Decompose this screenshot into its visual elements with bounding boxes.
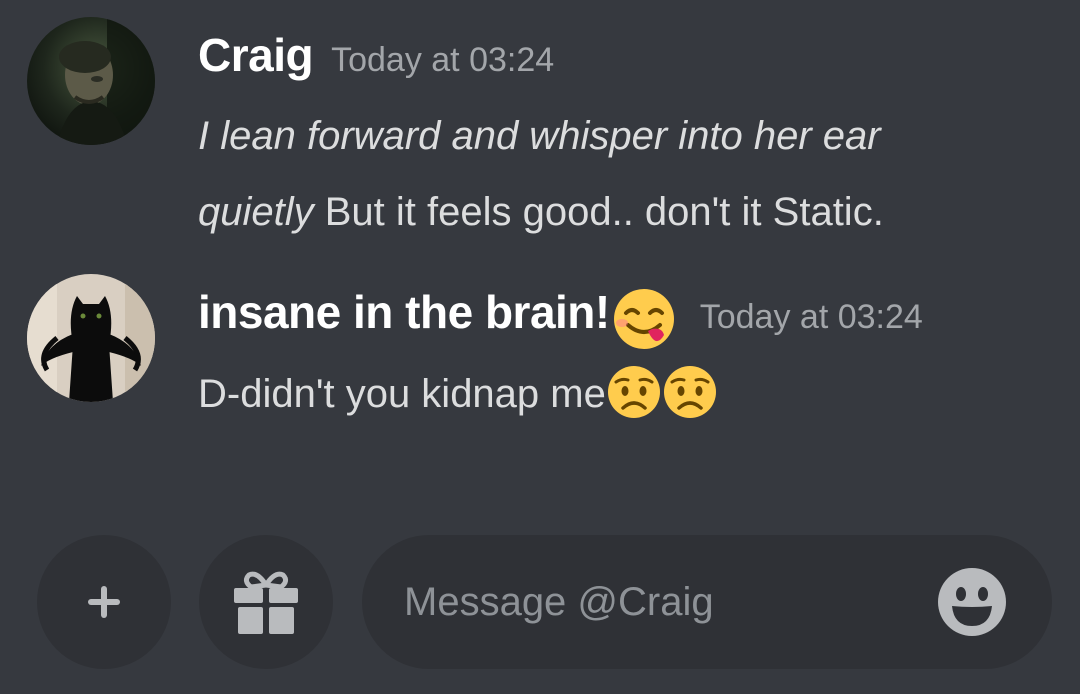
action-text: I lean forward and whisper into her ear: [198, 114, 881, 158]
face-savoring-food-emoji: [612, 287, 676, 351]
add-attachment-button[interactable]: [37, 535, 171, 669]
message-header: insane in the brain! Today at 03:24: [198, 285, 923, 351]
username[interactable]: Craig: [198, 29, 314, 81]
plus-icon: [88, 586, 120, 618]
smile-icon[interactable]: [938, 568, 1006, 636]
avatar[interactable]: [27, 17, 155, 145]
message-text: But it feels good.. don't it Static.: [313, 190, 884, 234]
message-text: D-didn't you kidnap me: [198, 372, 606, 416]
timestamp[interactable]: Today at 03:24: [700, 298, 923, 336]
timestamp[interactable]: Today at 03:24: [331, 41, 554, 79]
chat-messages: Craig Today at 03:24 I lean forward and w…: [0, 0, 1080, 520]
action-text-end: quietly: [198, 190, 314, 234]
worried-face-emoji: [662, 364, 718, 420]
message-line-1: I lean forward and whisper into her ear: [198, 98, 1058, 174]
message-input-placeholder[interactable]: Message @Craig: [404, 535, 714, 669]
username[interactable]: insane in the brain!: [198, 286, 610, 338]
message-header: Craig Today at 03:24: [198, 28, 554, 82]
gift-button[interactable]: [199, 535, 333, 669]
message-input[interactable]: Message @Craig: [362, 535, 1052, 669]
avatar[interactable]: [27, 274, 155, 402]
message-content: I lean forward and whisper into her ear …: [198, 98, 1058, 250]
message-content: D-didn't you kidnap me: [198, 356, 1058, 432]
gift-icon: [234, 571, 298, 634]
worried-face-emoji: [606, 364, 662, 420]
message-line-2: quietly But it feels good.. don't it Sta…: [198, 174, 1058, 250]
